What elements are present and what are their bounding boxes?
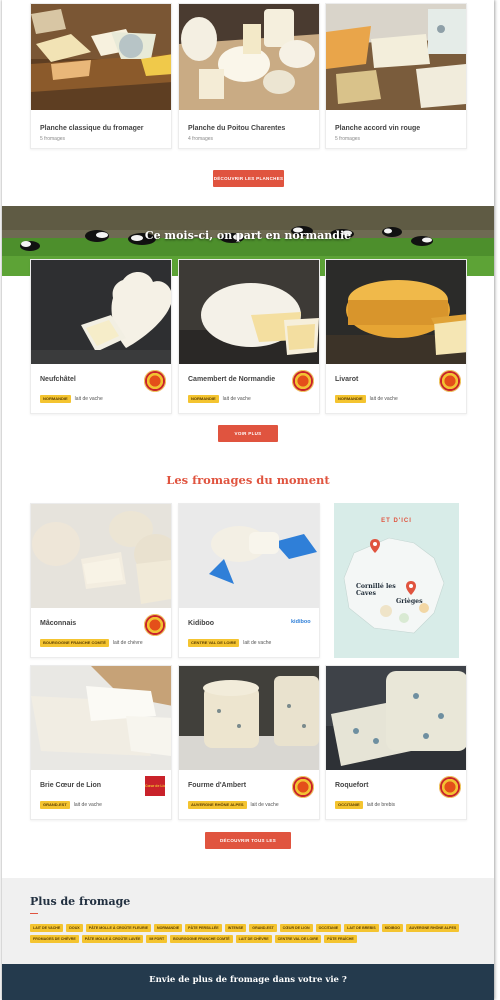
title-underline xyxy=(30,913,38,914)
tag-chip[interactable]: Kidiboo xyxy=(381,924,404,932)
tag-chip[interactable]: Lait de brebis xyxy=(344,924,379,932)
tag-chip[interactable]: Pâte persillée xyxy=(185,924,222,932)
tag-chip[interactable]: Pâte molle à croûte fleurie xyxy=(85,924,151,932)
cheese-card[interactable]: Fourme d'Ambert Auvergne Rhône Alpes lai… xyxy=(178,665,320,820)
region-tag[interactable]: Centre Val de Loire xyxy=(188,639,240,647)
milk-type: lait de chèvre xyxy=(112,640,143,646)
cheese-card[interactable]: Brie Cœur de Lion Cœur de Lion Grand-Est… xyxy=(30,665,172,820)
et-dici-heading: ET D'ICI xyxy=(381,518,412,524)
cheese-card[interactable]: Roquefort Occitanie lait de brebis xyxy=(325,665,467,820)
planche-image xyxy=(31,4,171,110)
cheese-title: Camembert de Normandie xyxy=(188,376,276,383)
map-place-2: Grièges xyxy=(396,598,423,605)
cheese-card[interactable]: Mâconnais Bourgogne Franche Comté lait d… xyxy=(30,503,172,658)
cheese-title: Brie Cœur de Lion xyxy=(40,782,102,789)
cheese-image xyxy=(31,504,171,608)
cheese-title: Fourme d'Ambert xyxy=(188,782,247,789)
cheese-image xyxy=(179,260,319,364)
region-tag[interactable]: Auvergne Rhône Alpes xyxy=(188,801,247,809)
cheese-image xyxy=(326,260,466,364)
milk-type: lait de vache xyxy=(74,396,103,402)
cheese-title: Mâconnais xyxy=(40,620,77,627)
cheese-card[interactable]: Neufchâtel Normandie lait de vache xyxy=(30,259,172,414)
planche-image xyxy=(326,4,466,110)
region-tag[interactable]: Grand-Est xyxy=(40,801,70,809)
more-title: Plus de fromage xyxy=(30,895,131,908)
cheese-card[interactable]: Camembert de Normandie Normandie lait de… xyxy=(178,259,320,414)
cheese-title: Neufchâtel xyxy=(40,376,76,383)
page: Planche classique du fromager 5 fromages… xyxy=(2,0,494,1000)
see-more-button[interactable]: Voir plus xyxy=(218,425,278,442)
kidiboo-logo: kidiboo xyxy=(291,619,311,625)
tag-chip[interactable]: Normandie xyxy=(153,924,183,932)
tag-chip[interactable]: Pâte molle à croûte lavée xyxy=(81,935,144,943)
tag-chip[interactable]: Doux xyxy=(66,924,83,932)
cheese-title: Livarot xyxy=(335,376,359,383)
cheese-image xyxy=(326,666,466,770)
aop-label-icon xyxy=(292,370,314,392)
region-tag[interactable]: Occitanie xyxy=(335,801,363,809)
more-cheese-section: Plus de fromage Lait de vache Doux Pâte mo… xyxy=(2,878,494,964)
aop-label-icon xyxy=(144,614,166,636)
tag-chip[interactable]: Intense xyxy=(224,924,247,932)
cheese-image xyxy=(31,666,171,770)
region-tag[interactable]: Normandie xyxy=(188,395,219,403)
region-tag[interactable]: Normandie xyxy=(335,395,366,403)
coeur-de-lion-logo: Cœur de Lion xyxy=(145,776,165,796)
milk-type: lait de vache xyxy=(250,802,279,808)
tag-chip[interactable]: Centre Val de Loire xyxy=(274,935,322,943)
discover-planches-button[interactable]: Découvrir les planches xyxy=(213,170,284,187)
planche-count: 5 fromages xyxy=(40,136,66,142)
planche-card[interactable]: Planche accord vin rouge 5 fromages xyxy=(325,3,467,149)
section-title-moment: Les fromages du moment xyxy=(166,473,330,487)
tag-chip[interactable]: Lait de chèvre xyxy=(235,935,272,943)
region-banner-title: Ce mois-ci, on part en normandie xyxy=(144,229,352,242)
planche-title: Planche classique du fromager xyxy=(40,125,144,132)
aop-label-icon xyxy=(439,370,461,392)
tag-chip[interactable]: Lait de vache xyxy=(30,924,64,932)
planche-image xyxy=(179,4,319,110)
tag-list: Lait de vache Doux Pâte molle à croûte fle… xyxy=(30,924,470,943)
discover-all-cheeses-button[interactable]: Découvrir tous les fromages xyxy=(205,832,291,860)
milk-type: lait de vache xyxy=(222,396,251,402)
map-place-1: Cornillé les Caves xyxy=(356,583,396,597)
aop-label-icon xyxy=(292,776,314,798)
tag-chip[interactable]: Fromages de chèvre xyxy=(30,935,79,943)
cheese-image xyxy=(31,260,171,364)
cheese-title: Roquefort xyxy=(335,782,369,789)
planche-card[interactable]: Planche du Poitou Charentes 4 fromages xyxy=(178,3,320,149)
aop-label-icon xyxy=(439,776,461,798)
tag-chip[interactable]: Occitanie xyxy=(315,924,342,932)
map-pin-icon xyxy=(370,539,380,553)
planche-count: 5 fromages xyxy=(335,136,361,142)
aop-label-icon xyxy=(144,370,166,392)
tag-chip[interactable]: Bourgogne Franche Comté xyxy=(170,935,233,943)
region-tag[interactable]: Bourgogne Franche Comté xyxy=(40,639,109,647)
planche-title: Planche accord vin rouge xyxy=(335,125,421,132)
planche-count: 4 fromages xyxy=(188,136,214,142)
region-tag[interactable]: Normandie xyxy=(40,395,71,403)
planche-title: Planche du Poitou Charentes xyxy=(188,125,286,132)
et-dici-ad[interactable]: ET D'ICI Cornillé les Caves Grièges xyxy=(334,503,459,658)
tag-chip[interactable]: Im Fort xyxy=(146,935,168,943)
milk-type: lait de vache xyxy=(73,802,102,808)
map-pin-icon xyxy=(406,581,416,595)
newsletter-banner: Envie de plus de fromage dans votre vie … xyxy=(2,964,494,1000)
tag-chip[interactable]: Auvergne Rhône Alpes xyxy=(406,924,460,932)
cheese-title: Kidiboo xyxy=(188,620,215,627)
newsletter-title: Envie de plus de fromage dans votre vie … xyxy=(149,975,347,985)
cheese-image xyxy=(179,504,319,608)
milk-type: lait de brebis xyxy=(366,802,396,808)
tag-chip[interactable]: Grand-Est xyxy=(249,924,277,932)
planche-card[interactable]: Planche classique du fromager 5 fromages xyxy=(30,3,172,149)
tag-chip[interactable]: Cœur de Lion xyxy=(279,924,313,932)
tag-chip[interactable]: Pâte fraîche xyxy=(324,935,357,943)
cheese-card[interactable]: Kidiboo kidiboo Centre Val de Loire lait… xyxy=(178,503,320,658)
cheese-image xyxy=(179,666,319,770)
milk-type: lait de vache xyxy=(243,640,272,646)
milk-type: lait de vache xyxy=(369,396,398,402)
cheese-card[interactable]: Livarot Normandie lait de vache xyxy=(325,259,467,414)
